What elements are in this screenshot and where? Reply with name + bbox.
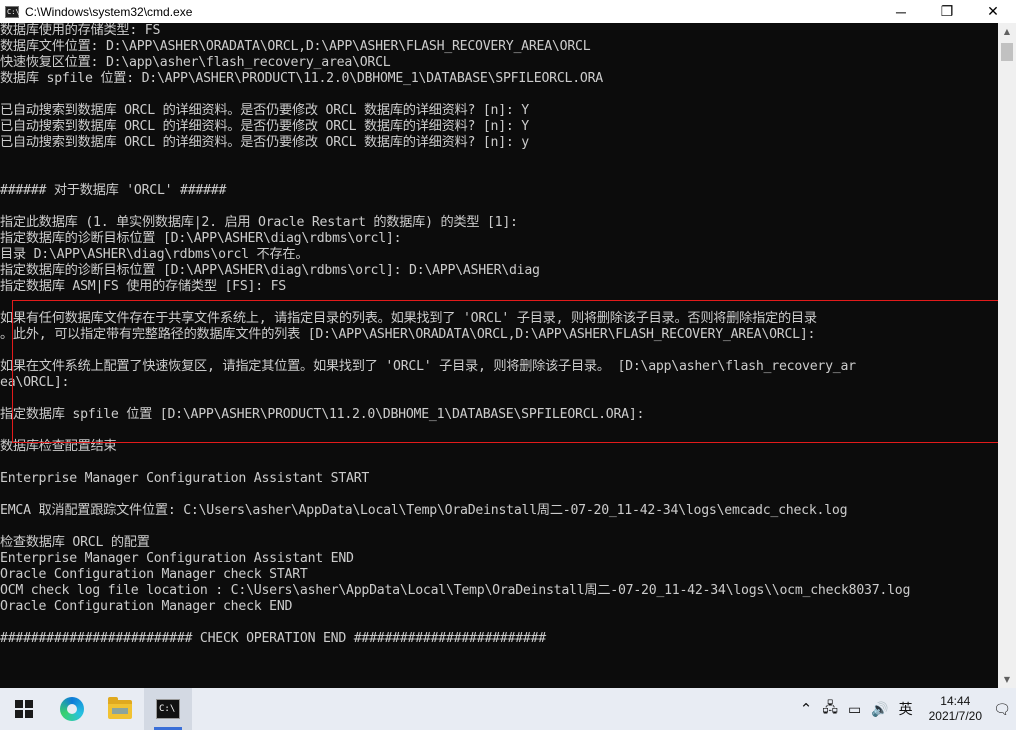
console-line: 数据库 spfile 位置: D:\APP\ASHER\PRODUCT\11.2… [0,71,603,86]
taskbar-clock[interactable]: 14:44 2021/7/20 [929,694,982,724]
console-line: EMCA 取消配置跟踪文件位置: C:\Users\asher\AppData\… [0,503,848,518]
edge-browser-icon [60,697,84,721]
console-line: 数据库检查配置结束 [0,439,117,454]
system-tray: ⌃ 🖧 ▭ 🔊 英 14:44 2021/7/20 🗨 [795,688,1016,730]
console-line: 指定数据库的诊断目标位置 [D:\APP\ASHER\diag\rdbms\or… [0,263,540,278]
console-line: OCM check log file location : C:\Users\a… [0,583,911,598]
console-line: 已自动搜索到数据库 ORCL 的详细资料。是否仍要修改 ORCL 数据库的详细资… [0,103,529,118]
taskbar-edge-button[interactable] [48,688,96,730]
console-output[interactable]: 数据库使用的存储类型: FS 数据库文件位置: D:\APP\ASHER\ORAD… [0,23,998,688]
vertical-scrollbar[interactable]: ▲ ▼ [998,23,1016,688]
console-line: 检查数据库 ORCL 的配置 [0,535,150,550]
console-line: 指定此数据库 (1. 单实例数据库|2. 启用 Oracle Restart 的… [0,215,518,230]
console-line: ea\ORCL]: [0,375,70,390]
console-line: 目录 D:\APP\ASHER\diag\rdbms\orcl 不存在。 [0,247,309,262]
console-line: 已自动搜索到数据库 ORCL 的详细资料。是否仍要修改 ORCL 数据库的详细资… [0,119,529,134]
console-line: 已自动搜索到数据库 ORCL 的详细资料。是否仍要修改 ORCL 数据库的详细资… [0,135,529,150]
console-line: 。此外, 可以指定带有完整路径的数据库文件的列表 [D:\APP\ASHER\O… [0,327,816,342]
volume-icon[interactable]: 🔊 [871,701,888,718]
console-line: 指定数据库 ASM|FS 使用的存储类型 [FS]: FS [0,279,286,294]
console-line: Oracle Configuration Manager check END [0,599,293,614]
console-line: 指定数据库 spfile 位置 [D:\APP\ASHER\PRODUCT\11… [0,407,645,422]
console-line: 如果有任何数据库文件存在于共享文件系统上, 请指定目录的列表。如果找到了 'OR… [0,311,817,326]
scroll-down-arrow-icon[interactable]: ▼ [998,671,1016,688]
file-explorer-icon [108,696,132,719]
taskbar-cmd-button[interactable]: C:\ [144,688,192,730]
console-line: 快速恢复区位置: D:\app\asher\flash_recovery_are… [0,55,391,70]
console-line: 数据库文件位置: D:\APP\ASHER\ORADATA\ORCL,D:\AP… [0,39,591,54]
console-line: 如果在文件系统上配置了快速恢复区, 请指定其位置。如果找到了 'ORCL' 子目… [0,359,856,374]
window-title-bar[interactable]: C:\ C:\Windows\system32\cmd.exe ─ ❐ ✕ [0,0,1016,23]
show-hidden-icons-chevron-icon[interactable]: ⌃ [800,700,813,718]
clock-date: 2021/7/20 [928,709,982,723]
clock-time: 14:44 [940,694,971,708]
taskbar-file-explorer-button[interactable] [96,688,144,730]
console-line: 数据库使用的存储类型: FS [0,23,161,38]
maximize-button[interactable]: ❐ [924,0,970,23]
console-line: 指定数据库的诊断目标位置 [D:\APP\ASHER\diag\rdbms\or… [0,231,402,246]
input-method-indicator[interactable]: 英 [899,699,913,719]
battery-icon[interactable]: ▭ [848,701,861,718]
console-lines: 数据库使用的存储类型: FS 数据库文件位置: D:\APP\ASHER\ORAD… [0,23,910,647]
close-button[interactable]: ✕ [970,0,1016,23]
network-icon[interactable]: 🖧 [822,697,838,721]
windows-logo-icon [15,700,33,718]
scroll-thumb[interactable] [1001,43,1013,61]
console-line: ###### 对于数据库 'ORCL' ###### [0,183,227,198]
cmd-icon: C:\ [156,699,180,719]
console-line: ######################### CHECK OPERATIO… [0,631,546,646]
notification-center-icon[interactable]: 🗨 [988,701,1016,718]
minimize-button[interactable]: ─ [878,0,924,23]
console-line: Enterprise Manager Configuration Assista… [0,471,370,486]
window-title: C:\Windows\system32\cmd.exe [25,4,193,19]
scroll-up-arrow-icon[interactable]: ▲ [998,23,1016,40]
console-line: Oracle Configuration Manager check START [0,567,308,582]
taskbar: C:\ ⌃ 🖧 ▭ 🔊 英 14:44 2021/7/20 🗨 [0,688,1016,730]
cmd-app-icon[interactable]: C:\ [5,5,20,18]
console-line: Enterprise Manager Configuration Assista… [0,551,354,566]
start-button[interactable] [0,688,48,730]
